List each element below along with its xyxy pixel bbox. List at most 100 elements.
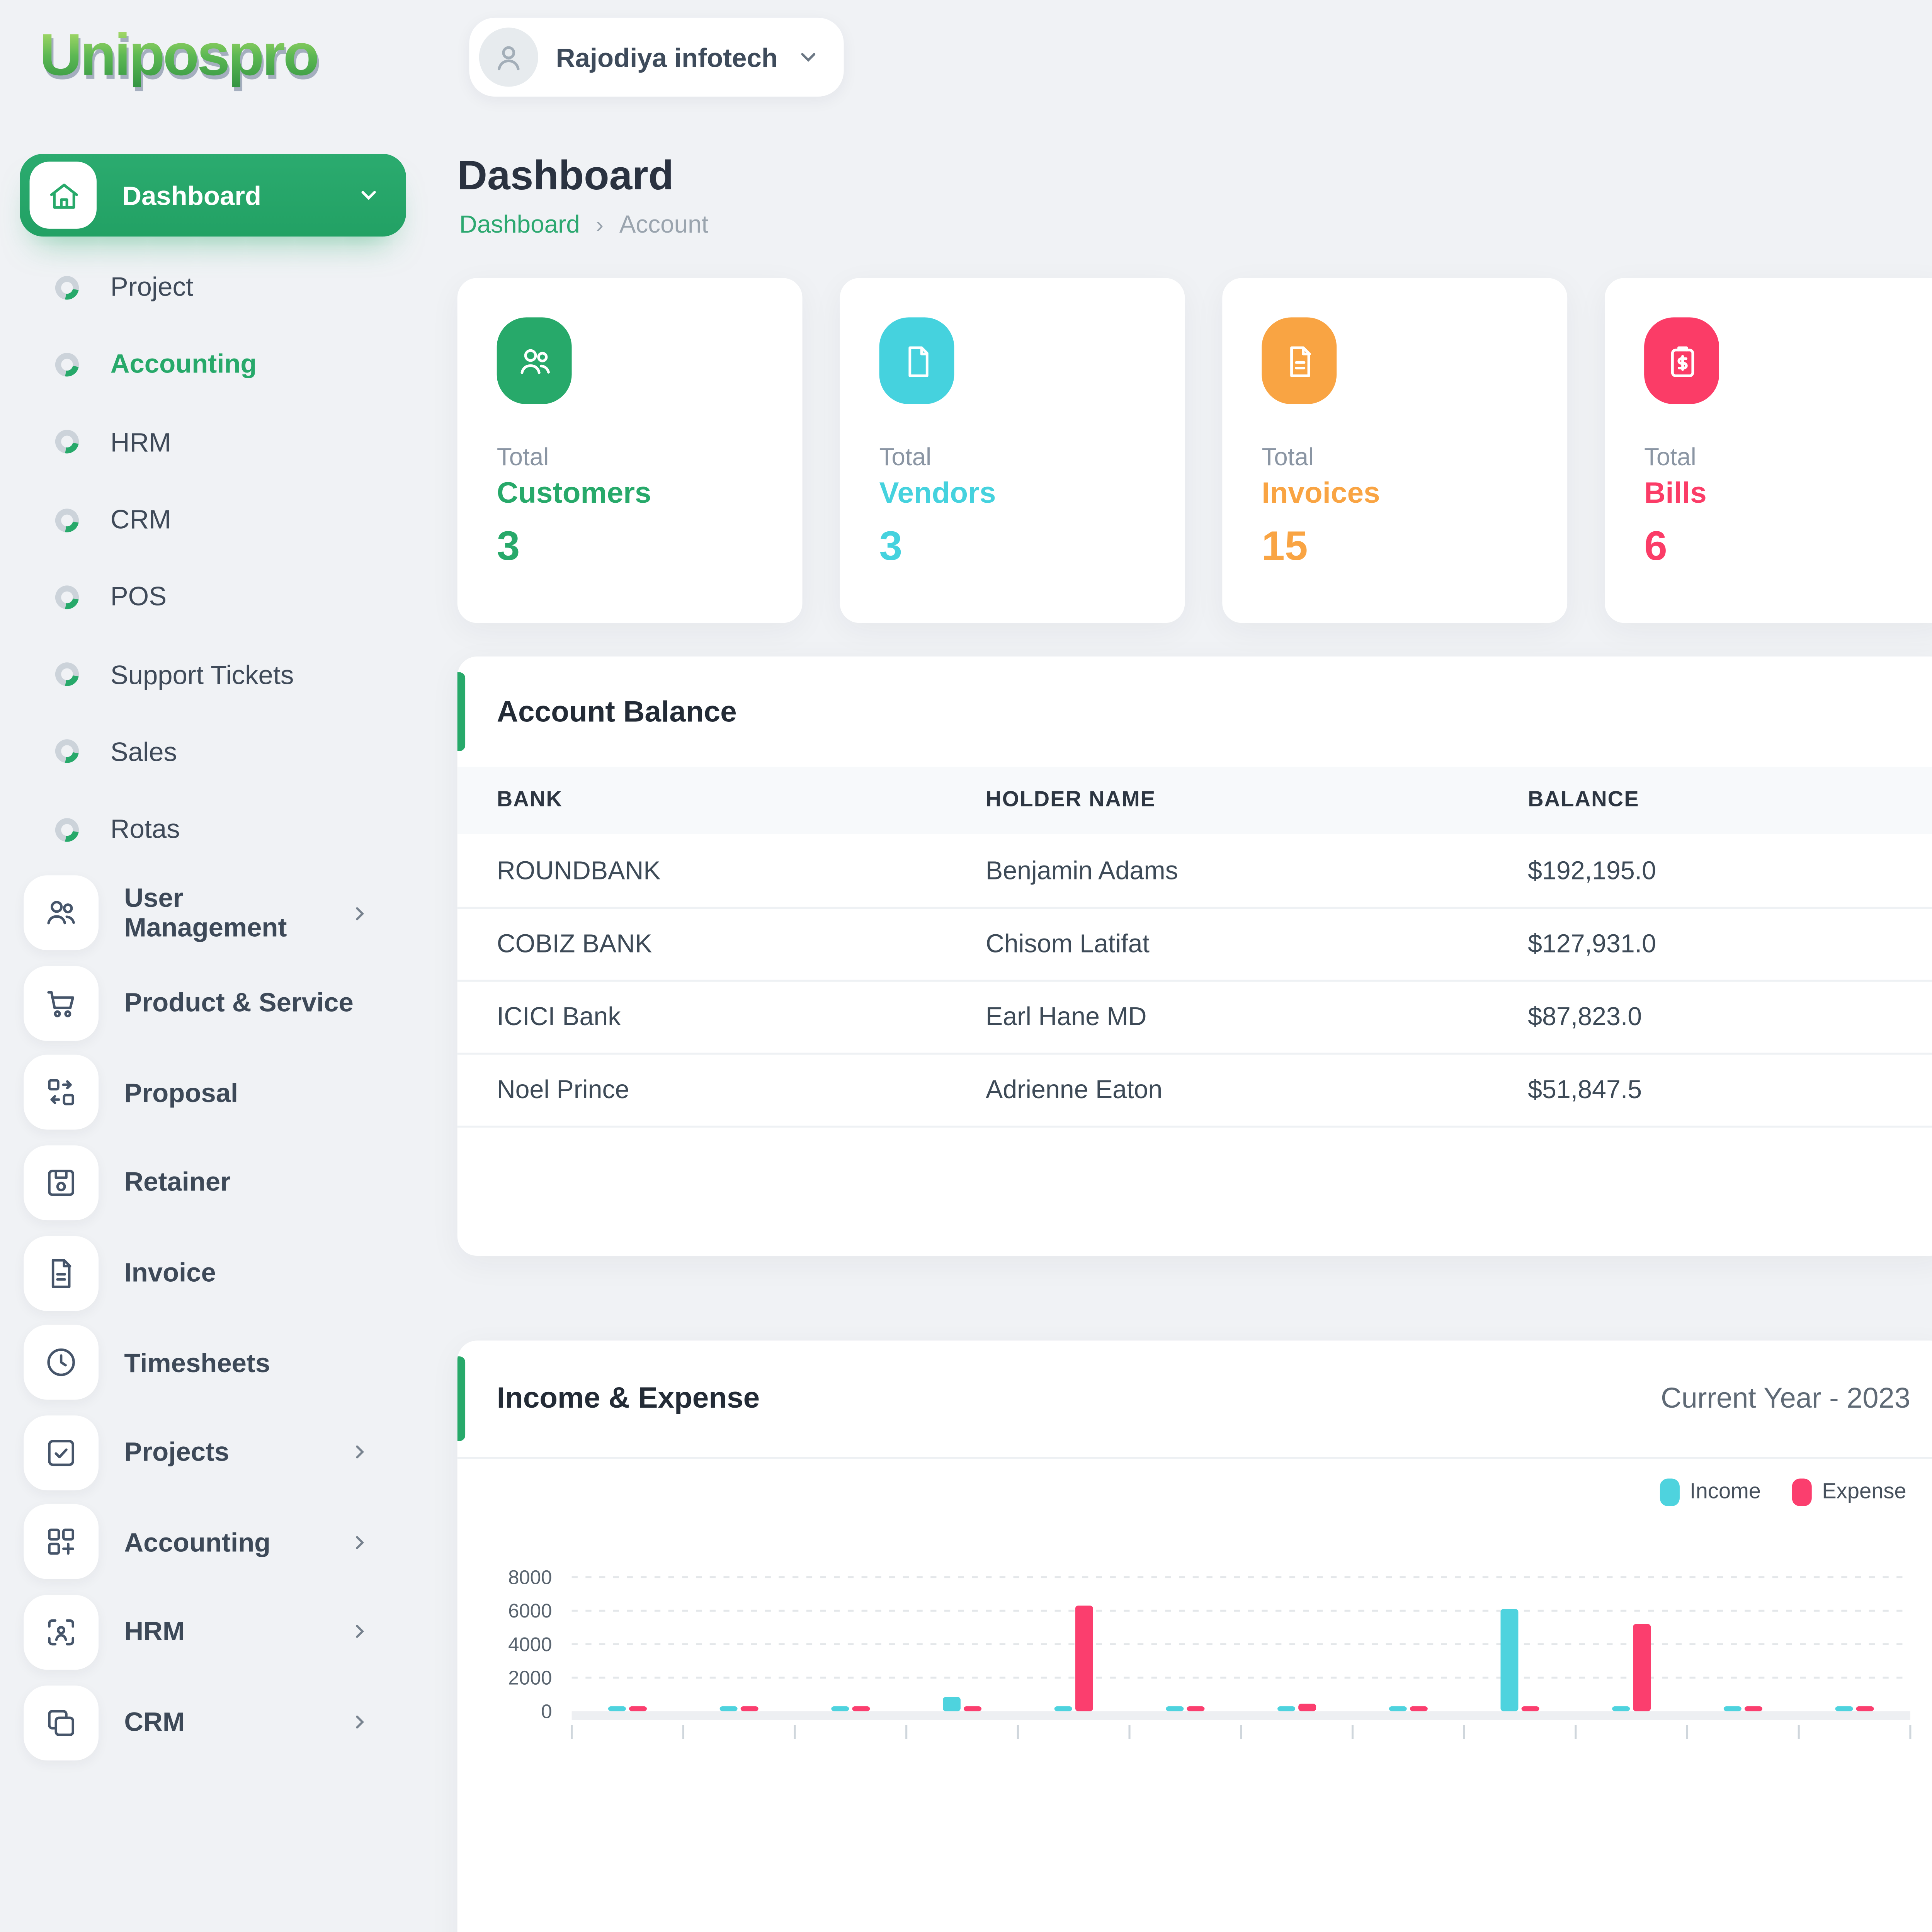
file-icon — [879, 317, 954, 404]
card-title: Income & Expense — [497, 1382, 760, 1416]
account-balance-table: BANK HOLDER NAME BALANCE ROUNDBANK Benjamin… — [457, 767, 1932, 1127]
projects-icon — [24, 1415, 99, 1490]
chevron-right-icon: › — [595, 211, 604, 239]
circle-bullet-icon — [50, 735, 84, 769]
chevron-right-icon — [349, 1531, 371, 1553]
legend-income: Income — [1690, 1480, 1761, 1504]
table-cell: Earl Hane MD — [946, 980, 1489, 1054]
sidebar-item-invoice[interactable]: Invoice — [0, 1228, 434, 1318]
stat-prefix: Total — [879, 443, 932, 471]
sidebar-item-label: User Management — [124, 883, 287, 943]
income-expense-chart-card: Income & Expense Current Year - 2023 Inc… — [457, 1340, 1932, 1932]
users-icon — [497, 317, 572, 404]
column-header: BALANCE — [1488, 767, 1932, 834]
breadcrumb-dashboard-link[interactable]: Dashboard — [459, 211, 580, 238]
sidebar-item-support-tickets[interactable]: Support Tickets — [0, 636, 434, 713]
sidebar-item-label: Timesheets — [124, 1347, 270, 1378]
table-cell: Benjamin Adams — [946, 834, 1489, 908]
table-cell: Noel Prince — [457, 1053, 946, 1127]
sidebar-item-user-management[interactable]: User Management — [0, 868, 434, 958]
table-row: Noel Prince Adrienne Eaton $51,847.5 — [457, 1053, 1932, 1127]
invoice-icon — [24, 1235, 99, 1310]
sidebar-item-label: Accounting — [110, 350, 257, 379]
sidebar-item-label: Accounting — [124, 1527, 271, 1557]
chart-legend: Income Expense — [457, 1459, 1932, 1526]
chevron-right-icon — [349, 1621, 371, 1643]
users-icon — [24, 876, 99, 951]
table-cell: COBIZ BANK — [457, 906, 946, 981]
table-cell: $127,931.0 — [1488, 906, 1932, 981]
table-cell: ROUNDBANK — [457, 834, 946, 908]
retainer-icon — [24, 1145, 99, 1220]
stat-value: 3 — [879, 524, 903, 570]
income-expense-bar-chart: 8000 6000 4000 2000 0 — [508, 1566, 1912, 1739]
sidebar-item-hrm[interactable]: HRM — [0, 403, 434, 481]
invoice-icon — [1262, 317, 1337, 404]
sidebar-item-label: POS — [110, 582, 167, 612]
table-cell: Chisom Latifat — [946, 906, 1489, 981]
sidebar-item-rotas[interactable]: Rotas — [0, 791, 434, 868]
stat-card-bills: Total Bills 6 — [1605, 278, 1932, 623]
circle-bullet-icon — [50, 813, 84, 846]
sidebar-item-label: Sales — [110, 737, 177, 767]
breadcrumb: Dashboard › Account — [459, 211, 709, 238]
sidebar-item-timesheets[interactable]: Timesheets — [0, 1318, 434, 1408]
main-content: Dashboard Dashboard › Account Total Custo… — [457, 0, 1932, 1932]
stat-label: Customers — [497, 477, 651, 511]
sidebar-item-accounting[interactable]: Accounting — [0, 1497, 434, 1587]
sidebar-item-label: Invoice — [124, 1258, 216, 1287]
sidebar-item-proposal[interactable]: Proposal — [0, 1048, 434, 1138]
sidebar-item-accounting[interactable]: Accounting — [0, 326, 434, 403]
circle-bullet-icon — [50, 425, 84, 459]
sidebar-item-label: CRM — [124, 1707, 185, 1737]
svg-text:0: 0 — [541, 1700, 552, 1722]
sidebar-item-label: Support Tickets — [110, 660, 294, 689]
stat-label: Vendors — [879, 477, 996, 511]
circle-bullet-icon — [50, 503, 84, 536]
sidebar-item-project[interactable]: Project — [0, 248, 434, 326]
sidebar-item-pos[interactable]: POS — [0, 558, 434, 636]
table-cell: $87,823.0 — [1488, 980, 1932, 1054]
proposal-icon — [24, 1055, 99, 1131]
sidebar-item-label: HRM — [124, 1617, 185, 1647]
sidebar-item-retainer[interactable]: Retainer — [0, 1138, 434, 1228]
card-title: Account Balance — [497, 695, 737, 729]
crm-icon — [24, 1684, 99, 1760]
sidebar-item-label: Proposal — [124, 1078, 238, 1108]
svg-text:2000: 2000 — [508, 1667, 552, 1689]
sidebar-item-crm[interactable]: CRM — [0, 1677, 434, 1767]
svg-text:4000: 4000 — [508, 1633, 552, 1655]
accounting-icon — [24, 1505, 99, 1580]
home-icon — [29, 162, 97, 229]
table-header-row: BANK HOLDER NAME BALANCE — [457, 767, 1932, 834]
sidebar: Dashboard Project Accounting HRM CRM POS Supp… — [0, 126, 434, 1760]
sidebar-item-crm[interactable]: CRM — [0, 481, 434, 558]
sidebar-item-projects[interactable]: Projects — [0, 1408, 434, 1498]
page-title: Dashboard — [457, 153, 674, 199]
sidebar-item-label: Project — [110, 272, 194, 302]
stat-value: 15 — [1262, 524, 1308, 570]
sidebar-item-label: Rotas — [110, 815, 180, 844]
sidebar-item-dashboard[interactable]: Dashboard — [20, 153, 406, 237]
sidebar-item-label: Dashboard — [122, 180, 262, 210]
sidebar-item-product-service[interactable]: Product & Service — [0, 958, 434, 1048]
chevron-right-icon — [349, 902, 371, 924]
svg-text:8000: 8000 — [508, 1566, 552, 1588]
stat-card-vendors: Total Vendors 3 — [840, 278, 1185, 623]
sidebar-item-hrm[interactable]: HRM — [0, 1587, 434, 1677]
column-header: HOLDER NAME — [946, 767, 1489, 834]
sidebar-item-sales[interactable]: Sales — [0, 713, 434, 791]
column-header: BANK — [457, 767, 946, 834]
clock-icon — [24, 1325, 99, 1400]
sidebar-item-label: Retainer — [124, 1168, 231, 1198]
legend-expense: Expense — [1822, 1480, 1906, 1504]
stat-cards: Total Customers 3 Total Vendors 3 Total Invoice… — [457, 278, 1932, 623]
table-cell: ICICI Bank — [457, 980, 946, 1054]
stat-prefix: Total — [497, 443, 549, 471]
table-row: COBIZ BANK Chisom Latifat $127,931.0 — [457, 906, 1932, 981]
cart-icon — [24, 965, 99, 1041]
chevron-right-icon — [349, 1442, 371, 1463]
breadcrumb-current: Account — [619, 211, 709, 239]
circle-bullet-icon — [50, 270, 84, 304]
table-row: ICICI Bank Earl Hane MD $87,823.0 — [457, 980, 1932, 1054]
